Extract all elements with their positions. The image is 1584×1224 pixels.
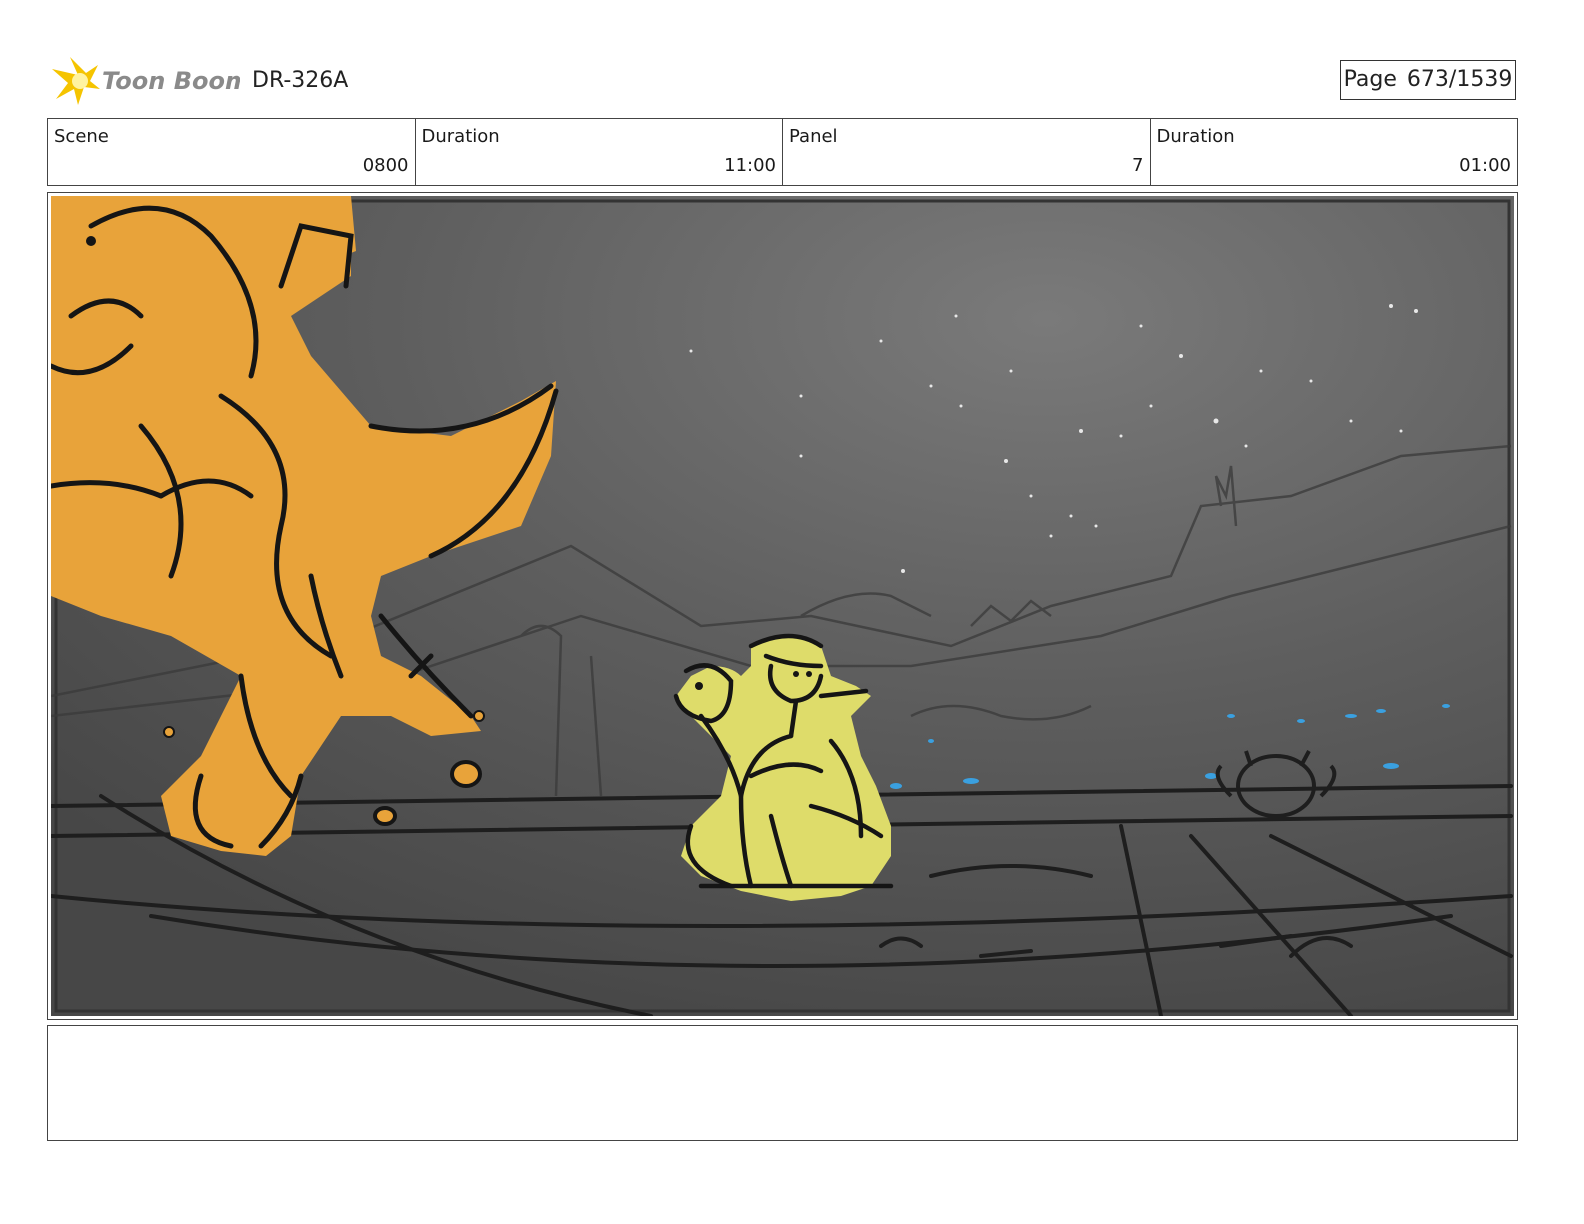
panel-notes-box	[47, 1025, 1518, 1141]
project-code: DR-326A	[252, 68, 349, 93]
storyboard-panel	[47, 192, 1518, 1020]
scene-duration-value: 11:00	[724, 155, 776, 176]
panel-label: Panel	[789, 126, 838, 147]
scene-duration-label: Duration	[421, 126, 500, 147]
svg-text:Toon Boom: Toon Boom	[102, 67, 240, 95]
page-label: Page	[1343, 67, 1397, 92]
scene-cell: Scene 0800	[48, 119, 416, 185]
page-indicator: Page 673/1539	[1340, 60, 1516, 100]
panel-cell: Panel 7	[783, 119, 1151, 185]
toon-boom-logo: Toon Boom	[50, 55, 240, 107]
panel-duration-label: Duration	[1156, 126, 1235, 147]
page-number: 673/1539	[1406, 67, 1513, 92]
panel-info-row: Scene 0800 Duration 11:00 Panel 7 Durati…	[47, 118, 1518, 186]
panel-drawing	[51, 196, 1514, 1016]
scene-duration-cell: Duration 11:00	[416, 119, 783, 185]
panel-value: 7	[1132, 155, 1144, 176]
panel-duration-value: 01:00	[1459, 155, 1511, 176]
panel-duration-cell: Duration 01:00	[1151, 119, 1518, 185]
scene-label: Scene	[54, 126, 109, 147]
scene-value: 0800	[362, 155, 409, 176]
